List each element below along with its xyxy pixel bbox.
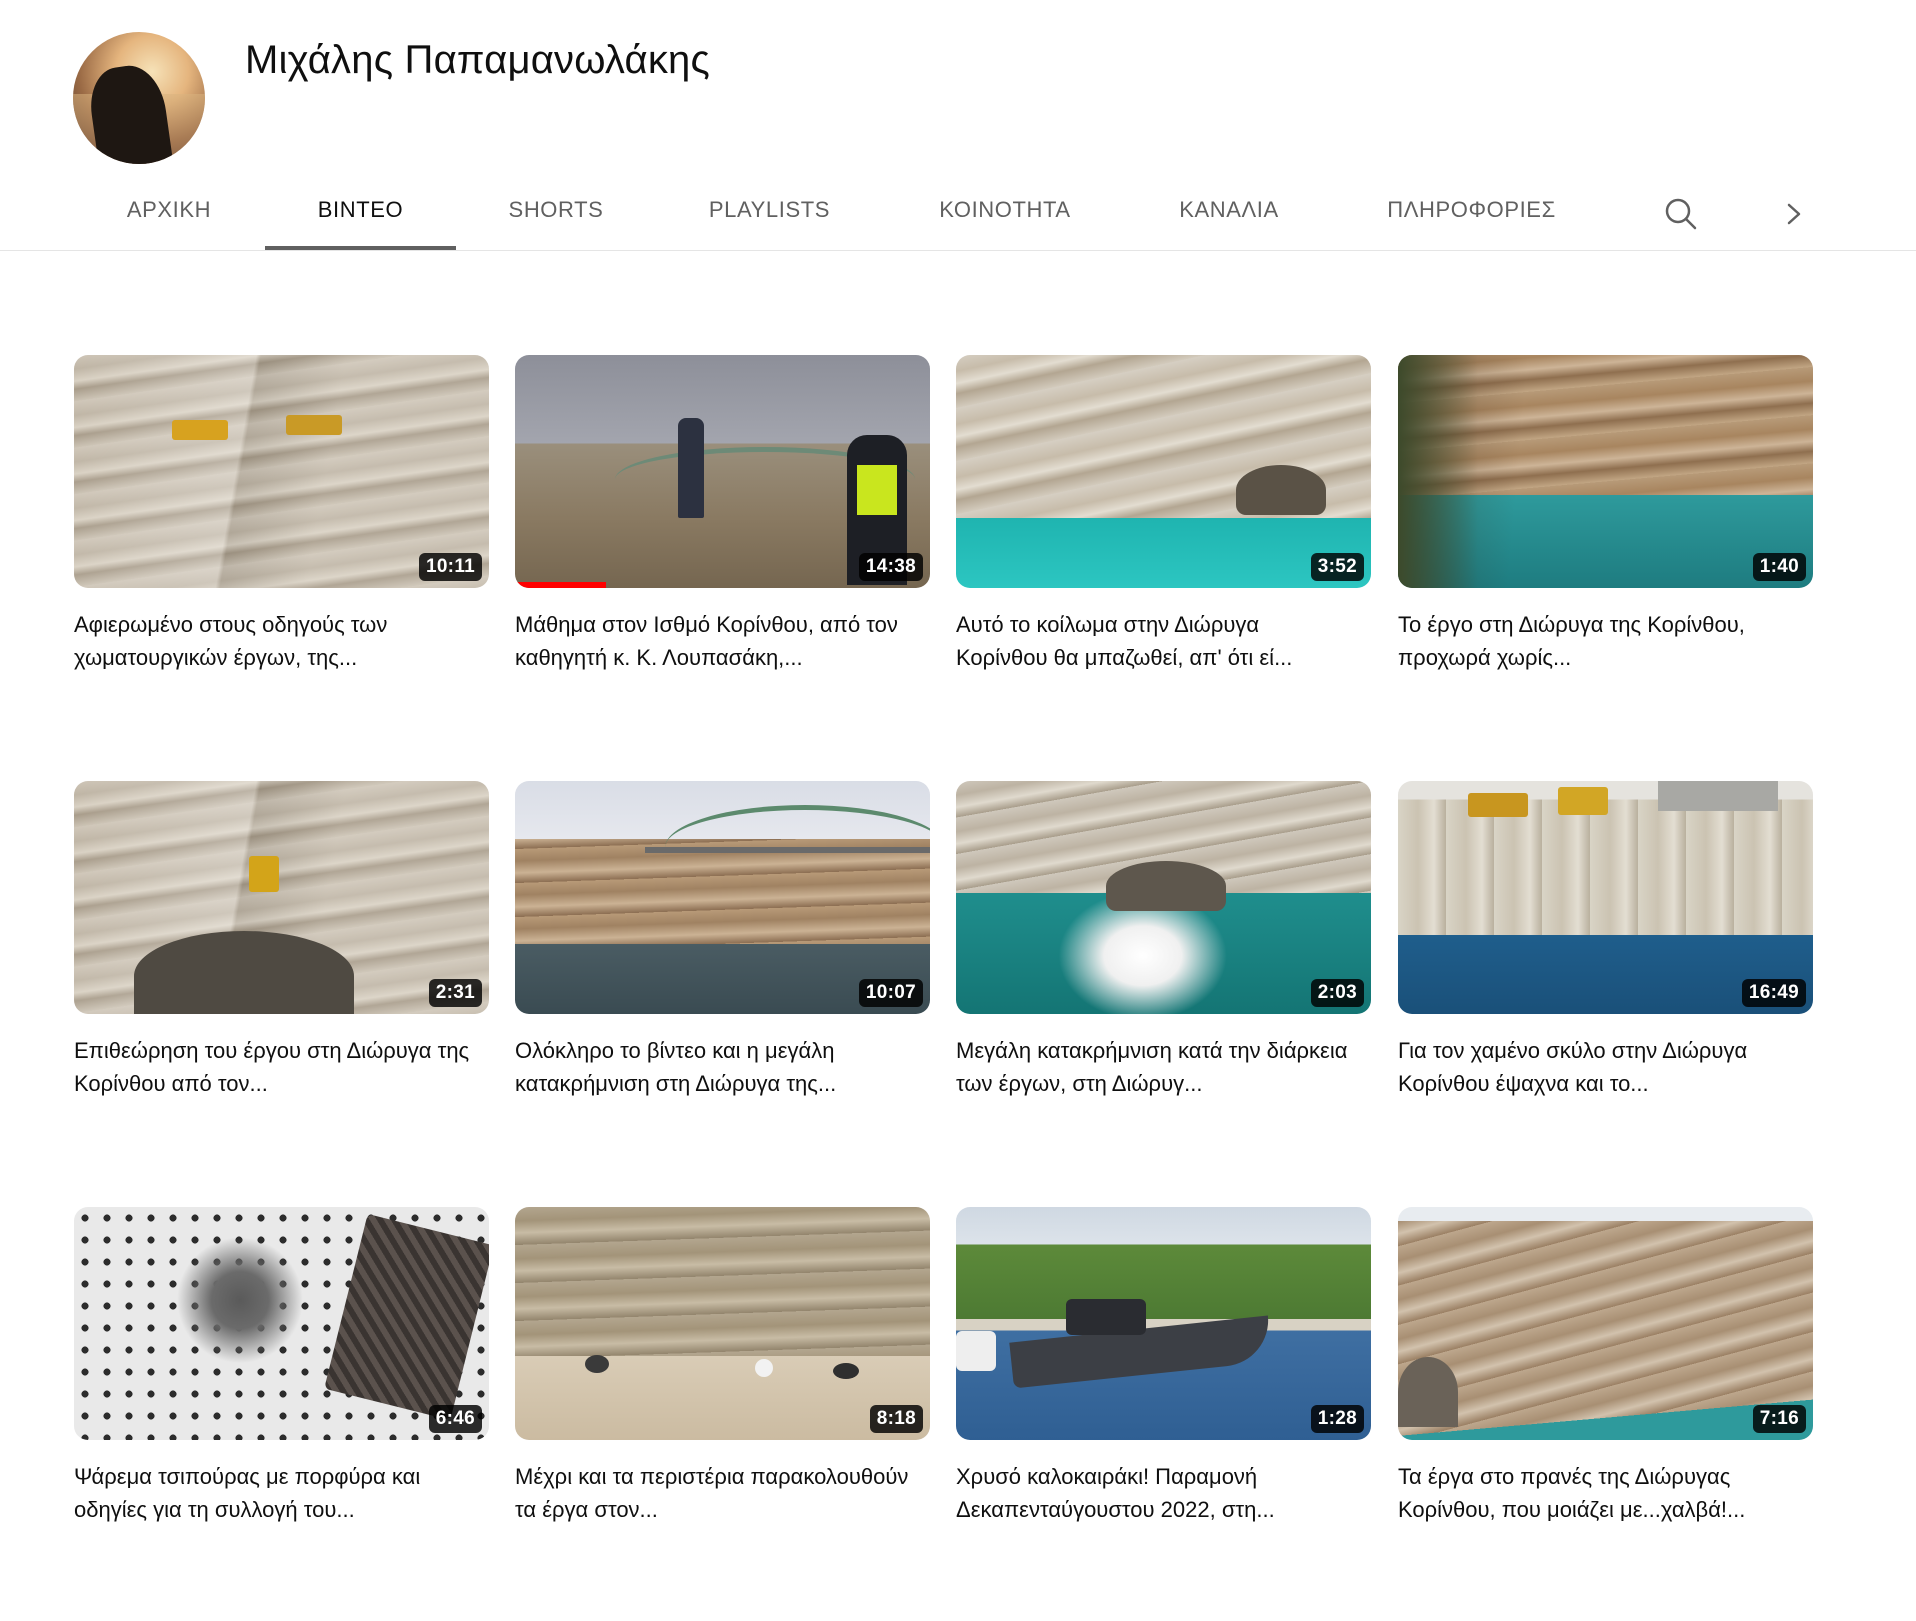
video-duration: 14:38 bbox=[858, 553, 923, 581]
video-title[interactable]: Μεγάλη κατακρήμνιση κατά την διάρκεια τω… bbox=[956, 1034, 1356, 1100]
channel-name: Μιχάλης Παπαμανωλάκης bbox=[245, 38, 710, 82]
video-title[interactable]: Χρυσό καλοκαιράκι! Παραμονή Δεκαπενταύγο… bbox=[956, 1460, 1356, 1526]
video-title[interactable]: Αφιερωμένο στους οδηγούς των χωματουργικ… bbox=[74, 608, 474, 674]
video-duration: 16:49 bbox=[1741, 979, 1806, 1007]
tab-home[interactable]: ΑΡΧΙΚΗ bbox=[108, 180, 230, 248]
video-thumbnail[interactable]: 10:11 bbox=[74, 355, 489, 588]
video-duration: 6:46 bbox=[428, 1405, 482, 1433]
video-card[interactable]: 8:18 Μέχρι και τα περιστέρια παρακολουθο… bbox=[515, 1207, 930, 1526]
video-title[interactable]: Επιθεώρηση του έργου στη Διώρυγα της Κορ… bbox=[74, 1034, 474, 1100]
video-duration: 3:52 bbox=[1310, 553, 1364, 581]
video-duration: 10:11 bbox=[418, 553, 482, 581]
cave-opening bbox=[134, 931, 354, 1014]
video-title[interactable]: Το έργο στη Διώρυγα της Κορίνθου, προχωρ… bbox=[1398, 608, 1798, 674]
avatar-silhouette bbox=[85, 61, 175, 164]
tab-about[interactable]: ΠΛΗΡΟΦΟΡΙΕΣ bbox=[1375, 180, 1568, 248]
bird-shape bbox=[833, 1363, 859, 1379]
fishing-basket bbox=[324, 1213, 489, 1421]
boat-motor bbox=[956, 1331, 996, 1371]
video-thumbnail[interactable]: 16:49 bbox=[1398, 781, 1813, 1014]
video-card[interactable]: 1:40 Το έργο στη Διώρυγα της Κορίνθου, π… bbox=[1398, 355, 1813, 674]
excavator-shape bbox=[1558, 787, 1608, 815]
tab-community[interactable]: ΚΟΙΝΟΤΗΤΑ bbox=[925, 180, 1085, 248]
video-card[interactable]: 2:03 Μεγάλη κατακρήμνιση κατά την διάρκε… bbox=[956, 781, 1371, 1100]
video-card[interactable]: 2:31 Επιθεώρηση του έργου στη Διώρυγα τη… bbox=[74, 781, 489, 1100]
video-thumbnail[interactable]: 2:31 bbox=[74, 781, 489, 1014]
video-title[interactable]: Ολόκληρο το βίντεο και η μεγάλη κατακρήμ… bbox=[515, 1034, 915, 1100]
tab-shorts[interactable]: SHORTS bbox=[498, 180, 614, 248]
video-thumbnail[interactable]: 8:18 bbox=[515, 1207, 930, 1440]
video-title[interactable]: Μέχρι και τα περιστέρια παρακολουθούν τα… bbox=[515, 1460, 915, 1526]
person-figure bbox=[678, 418, 704, 518]
video-card[interactable]: 14:38 Μάθημα στον Ισθμό Κορίνθου, από το… bbox=[515, 355, 930, 674]
video-card[interactable]: 1:28 Χρυσό καλοκαιράκι! Παραμονή Δεκαπεν… bbox=[956, 1207, 1371, 1526]
channel-header: Μιχάλης Παπαμανωλάκης bbox=[0, 0, 1916, 180]
tab-playlists[interactable]: PLAYLISTS bbox=[698, 180, 841, 248]
cave-opening bbox=[1236, 465, 1326, 515]
video-thumbnail[interactable]: 14:38 bbox=[515, 355, 930, 588]
video-duration: 7:16 bbox=[1752, 1405, 1806, 1433]
bridge-structure bbox=[1658, 781, 1778, 811]
video-thumbnail[interactable]: 1:28 bbox=[956, 1207, 1371, 1440]
excavator-shape bbox=[249, 856, 279, 892]
bridge-deck bbox=[645, 847, 930, 853]
tab-channels[interactable]: ΚΑΝΑΛΙΑ bbox=[1168, 180, 1290, 248]
tab-videos[interactable]: ΒΙΝΤΕΟ bbox=[265, 180, 456, 250]
cave-opening bbox=[1106, 861, 1226, 911]
video-thumbnail[interactable]: 1:40 bbox=[1398, 355, 1813, 588]
truck-shape bbox=[286, 415, 342, 435]
video-title[interactable]: Για τον χαμένο σκύλο στην Διώρυγα Κορίνθ… bbox=[1398, 1034, 1798, 1100]
safety-vest bbox=[857, 465, 897, 515]
bird-shape bbox=[755, 1359, 773, 1377]
video-card[interactable]: 16:49 Για τον χαμένο σκύλο στην Διώρυγα … bbox=[1398, 781, 1813, 1100]
video-card[interactable]: 7:16 Τα έργα στο πρανές της Διώρυγας Κορ… bbox=[1398, 1207, 1813, 1526]
video-duration: 2:03 bbox=[1310, 979, 1364, 1007]
channel-tabs: ΑΡΧΙΚΗ ΒΙΝΤΕΟ SHORTS PLAYLISTS ΚΟΙΝΟΤΗΤΑ… bbox=[0, 180, 1916, 251]
video-duration: 1:28 bbox=[1310, 1405, 1364, 1433]
video-thumbnail[interactable]: 10:07 bbox=[515, 781, 930, 1014]
video-thumbnail[interactable]: 7:16 bbox=[1398, 1207, 1813, 1440]
channel-avatar[interactable] bbox=[73, 32, 205, 164]
truck-shape bbox=[172, 420, 228, 440]
bird-shape bbox=[585, 1355, 609, 1373]
video-title[interactable]: Ψάρεμα τσιπούρας με πορφύρα και οδηγίες … bbox=[74, 1460, 474, 1526]
video-card[interactable]: 10:11 Αφιερωμένο στους οδηγούς των χωματ… bbox=[74, 355, 489, 674]
video-duration: 1:40 bbox=[1752, 553, 1806, 581]
video-duration: 2:31 bbox=[428, 979, 482, 1007]
vegetation bbox=[1398, 355, 1478, 588]
video-card[interactable]: 6:46 Ψάρεμα τσιπούρας με πορφύρα και οδη… bbox=[74, 1207, 489, 1526]
video-duration: 10:07 bbox=[858, 979, 923, 1007]
video-title[interactable]: Αυτό το κοίλωμα στην Διώρυγα Κορίνθου θα… bbox=[956, 608, 1356, 674]
cave-opening bbox=[1398, 1357, 1458, 1427]
video-thumbnail[interactable]: 3:52 bbox=[956, 355, 1371, 588]
watched-progress bbox=[515, 582, 607, 588]
video-card[interactable]: 10:07 Ολόκληρο το βίντεο και η μεγάλη κα… bbox=[515, 781, 930, 1100]
video-thumbnail[interactable]: 2:03 bbox=[956, 781, 1371, 1014]
video-title[interactable]: Τα έργα στο πρανές της Διώρυγας Κορίνθου… bbox=[1398, 1460, 1798, 1526]
search-icon[interactable] bbox=[1661, 194, 1701, 234]
video-card[interactable]: 3:52 Αυτό το κοίλωμα στην Διώρυγα Κορίνθ… bbox=[956, 355, 1371, 674]
video-title[interactable]: Μάθημα στον Ισθμό Κορίνθου, από τον καθη… bbox=[515, 608, 915, 674]
video-thumbnail[interactable]: 6:46 bbox=[74, 1207, 489, 1440]
boat-console bbox=[1066, 1299, 1146, 1335]
video-duration: 8:18 bbox=[869, 1405, 923, 1433]
truck-shape bbox=[1468, 793, 1528, 817]
chevron-right-icon[interactable] bbox=[1774, 194, 1814, 234]
